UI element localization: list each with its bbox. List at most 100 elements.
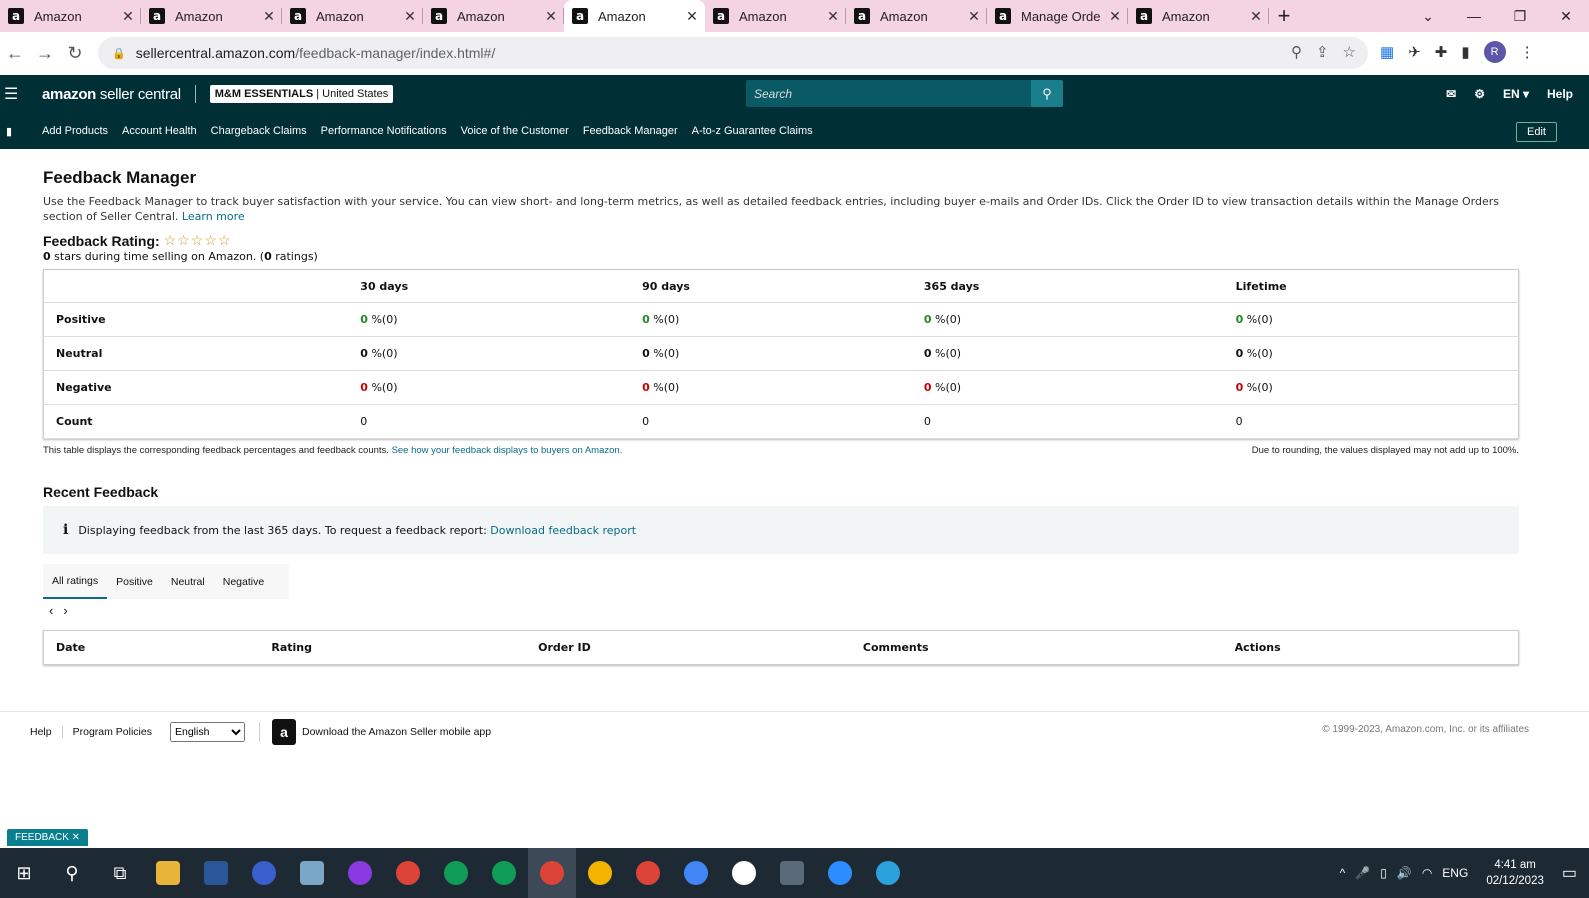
word-icon[interactable] bbox=[192, 848, 240, 898]
close-tab-icon[interactable]: ✕ bbox=[679, 8, 705, 25]
browser-tab[interactable]: a Amazon ✕ bbox=[0, 0, 141, 32]
chrome-icon-2[interactable] bbox=[432, 848, 480, 898]
app-icon-notes[interactable] bbox=[288, 848, 336, 898]
tab-negative[interactable]: Negative bbox=[214, 564, 273, 599]
browser-tab[interactable]: a Amazon ✕ bbox=[564, 0, 705, 32]
chrome-icon-active[interactable] bbox=[528, 848, 576, 898]
learn-more-link[interactable]: Learn more bbox=[182, 210, 245, 223]
browser-tab[interactable]: a Amazon ✕ bbox=[846, 0, 987, 32]
store-switcher[interactable]: M&M ESSENTIALS | United States bbox=[209, 85, 394, 103]
feedback-badge-button[interactable]: FEEDBACK ✕ bbox=[7, 829, 89, 846]
profile-avatar[interactable]: R bbox=[1483, 41, 1506, 63]
language-indicator[interactable]: ENG bbox=[1442, 866, 1468, 880]
minimize-button[interactable]: — bbox=[1451, 8, 1497, 24]
browser-tab[interactable]: a Amazon ✕ bbox=[423, 0, 564, 32]
nav-link[interactable]: A-to-z Guarantee Claims bbox=[692, 125, 813, 137]
extension-icon[interactable]: ▦ bbox=[1380, 43, 1394, 61]
close-tab-icon[interactable]: ✕ bbox=[115, 8, 141, 25]
calculator-icon[interactable] bbox=[768, 848, 816, 898]
footer-help-link[interactable]: Help bbox=[30, 725, 63, 738]
maximize-button[interactable]: ❐ bbox=[1497, 8, 1543, 25]
volume-icon[interactable]: 🔊 bbox=[1397, 866, 1412, 880]
column-header[interactable]: Date bbox=[44, 631, 260, 665]
slack-icon[interactable] bbox=[720, 848, 768, 898]
column-header[interactable]: Actions bbox=[1223, 631, 1519, 665]
download-report-link[interactable]: Download feedback report bbox=[490, 524, 636, 537]
close-tab-icon[interactable]: ✕ bbox=[820, 8, 846, 25]
extensions-puzzle-icon[interactable]: ✚ bbox=[1435, 43, 1448, 61]
browser-tab[interactable]: a Amazon ✕ bbox=[282, 0, 423, 32]
taskbar-search-icon[interactable]: ⚲ bbox=[48, 848, 96, 898]
side-panel-icon[interactable]: ▮ bbox=[1461, 43, 1469, 61]
browser-tab[interactable]: a Manage Orde ✕ bbox=[987, 0, 1128, 32]
language-select[interactable]: English bbox=[169, 721, 245, 742]
browser-tab[interactable]: a Amazon ✕ bbox=[705, 0, 846, 32]
gear-icon[interactable]: ⚙ bbox=[1474, 87, 1485, 101]
bookmark-icon[interactable]: ▮ bbox=[6, 125, 20, 138]
amazon-seller-central-logo[interactable]: amazon seller central bbox=[42, 86, 181, 103]
column-header[interactable]: Comments bbox=[851, 631, 1223, 665]
share-icon[interactable]: ⇪ bbox=[1316, 43, 1329, 61]
amazon-app-icon[interactable]: a bbox=[271, 718, 296, 745]
mail-icon[interactable]: ✉ bbox=[1446, 87, 1456, 101]
telegram-icon[interactable] bbox=[864, 848, 912, 898]
edit-nav-button[interactable]: Edit bbox=[1516, 122, 1557, 142]
tab-positive[interactable]: Positive bbox=[107, 564, 162, 599]
close-tab-icon[interactable]: ✕ bbox=[538, 8, 564, 25]
tab-search-icon[interactable]: ⌄ bbox=[1405, 8, 1451, 25]
file-explorer-icon[interactable] bbox=[144, 848, 192, 898]
close-window-button[interactable]: ✕ bbox=[1543, 8, 1589, 25]
chrome-icon-6[interactable] bbox=[672, 848, 720, 898]
tab-all-ratings[interactable]: All ratings bbox=[43, 564, 108, 599]
close-tab-icon[interactable]: ✕ bbox=[256, 8, 282, 25]
app-icon-blue[interactable] bbox=[240, 848, 288, 898]
url-bar[interactable]: 🔒 sellercentral.amazon.com/feedback-mana… bbox=[98, 37, 1368, 69]
bookmark-star-icon[interactable]: ☆ bbox=[1343, 43, 1356, 61]
nav-link[interactable]: Performance Notifications bbox=[321, 125, 447, 137]
close-tab-icon[interactable]: ✕ bbox=[1243, 8, 1269, 25]
nav-link[interactable]: Chargeback Claims bbox=[211, 125, 307, 137]
wifi-icon[interactable]: ◠ bbox=[1422, 866, 1432, 880]
column-header[interactable]: Rating bbox=[259, 631, 526, 665]
hamburger-menu-icon[interactable]: ☰ bbox=[4, 84, 22, 104]
forward-icon[interactable]: → bbox=[30, 43, 60, 64]
notifications-icon[interactable]: ▭ bbox=[1562, 863, 1577, 883]
help-link[interactable]: Help bbox=[1547, 87, 1573, 101]
close-tab-icon[interactable]: ✕ bbox=[1102, 8, 1128, 25]
zoom-app-icon[interactable] bbox=[816, 848, 864, 898]
close-tab-icon[interactable]: ✕ bbox=[961, 8, 987, 25]
extension-icon-2[interactable]: ✈ bbox=[1408, 43, 1421, 61]
program-policies-link[interactable]: Program Policies bbox=[63, 726, 162, 738]
reload-icon[interactable]: ↻ bbox=[60, 43, 90, 64]
browser-tab[interactable]: a Amazon ✕ bbox=[141, 0, 282, 32]
chrome-icon-5[interactable] bbox=[624, 848, 672, 898]
tab-neutral[interactable]: Neutral bbox=[162, 564, 214, 599]
close-tab-icon[interactable]: ✕ bbox=[397, 8, 423, 25]
back-icon[interactable]: ← bbox=[0, 43, 30, 64]
zoom-icon[interactable]: ⚲ bbox=[1291, 43, 1302, 61]
new-tab-button[interactable]: + bbox=[1269, 3, 1299, 29]
browser-tab[interactable]: a Amazon ✕ bbox=[1128, 0, 1269, 32]
chrome-icon-4[interactable] bbox=[576, 848, 624, 898]
chrome-icon[interactable] bbox=[384, 848, 432, 898]
nav-link[interactable]: Voice of the Customer bbox=[461, 125, 569, 137]
chevron-right-icon[interactable]: › bbox=[63, 603, 67, 618]
search-input[interactable]: Search bbox=[746, 80, 1033, 107]
messenger-icon[interactable] bbox=[336, 848, 384, 898]
menu-kebab-icon[interactable]: ⋮ bbox=[1520, 43, 1535, 61]
download-app-link[interactable]: Download the Amazon Seller mobile app bbox=[302, 726, 491, 738]
microphone-icon[interactable]: 🎤 bbox=[1355, 866, 1370, 880]
nav-link[interactable]: Account Health bbox=[122, 125, 197, 137]
nav-link[interactable]: Feedback Manager bbox=[583, 125, 678, 137]
chevron-left-icon[interactable]: ‹ bbox=[49, 603, 53, 618]
feedback-display-link[interactable]: See how your feedback displays to buyers… bbox=[392, 445, 623, 456]
clock[interactable]: 4:41 am 02/12/2023 bbox=[1486, 857, 1544, 889]
task-view-icon[interactable]: ⧉ bbox=[96, 848, 144, 898]
search-icon[interactable]: ⚲ bbox=[1031, 80, 1063, 107]
column-header[interactable]: Order ID bbox=[526, 631, 851, 665]
language-selector[interactable]: EN ▾ bbox=[1503, 87, 1529, 101]
windows-start-icon[interactable]: ⊞ bbox=[0, 848, 48, 898]
tray-chevron-icon[interactable]: ^ bbox=[1340, 866, 1346, 880]
nav-link[interactable]: Add Products bbox=[42, 125, 108, 137]
chrome-icon-3[interactable] bbox=[480, 848, 528, 898]
